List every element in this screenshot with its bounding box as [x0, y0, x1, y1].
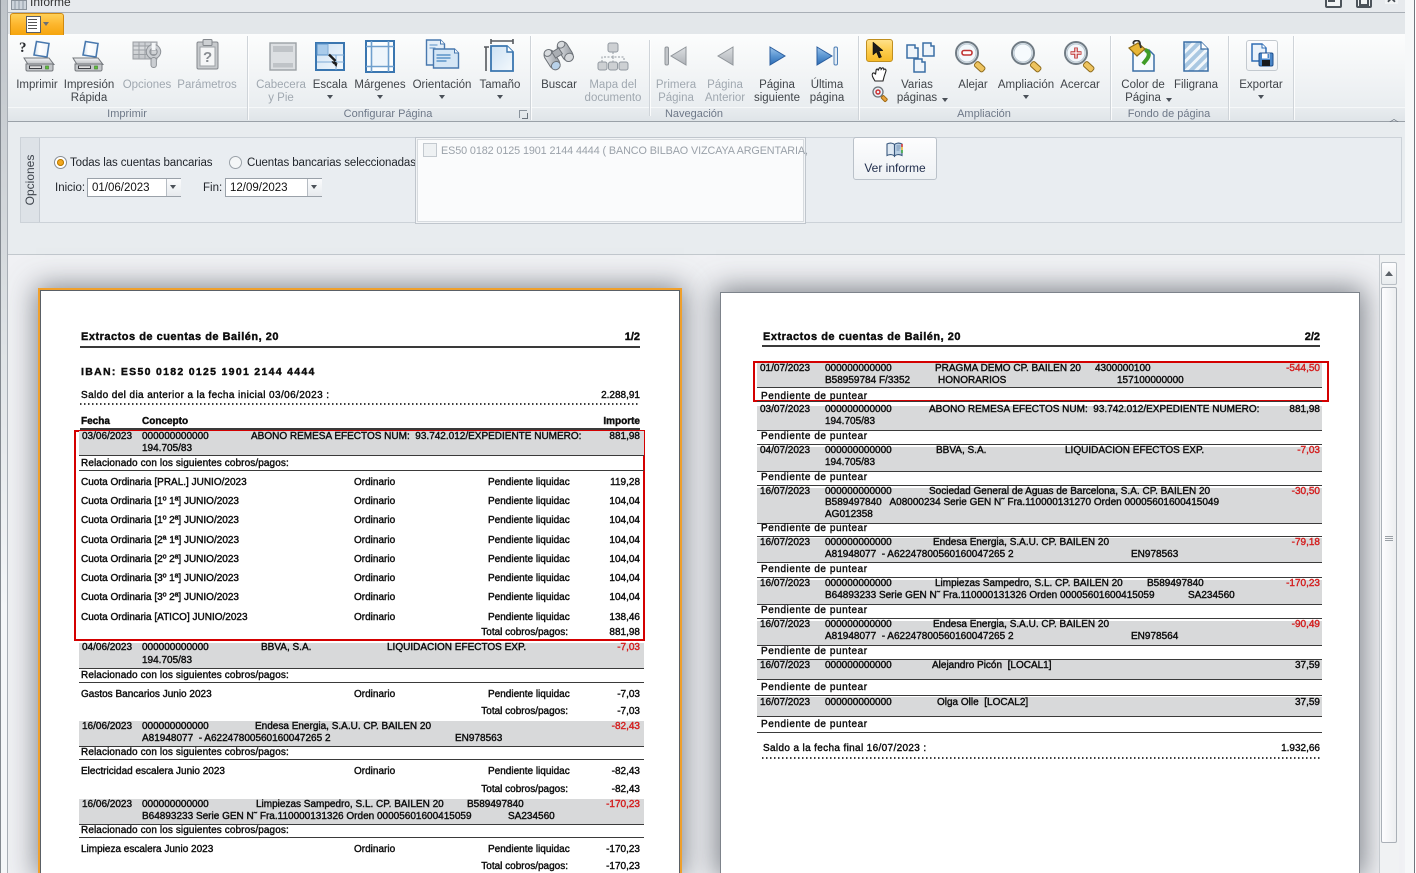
svg-text:?: ?	[203, 49, 212, 66]
svg-text:?: ?	[19, 40, 27, 56]
